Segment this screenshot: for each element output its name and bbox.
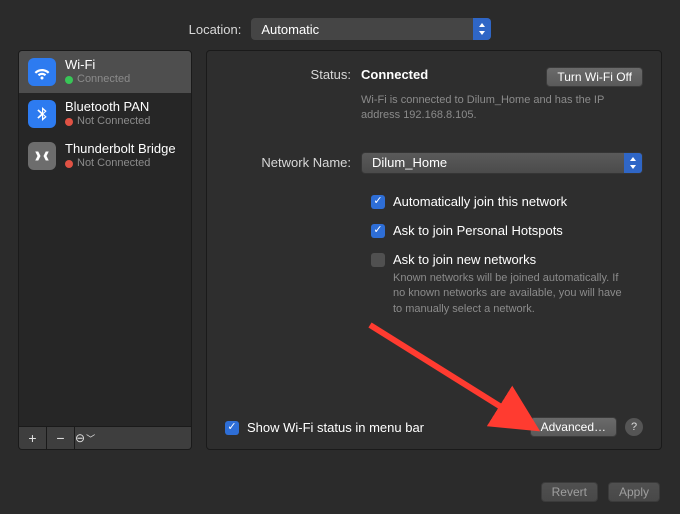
bluetooth-icon: [28, 100, 56, 128]
status-value: Connected: [361, 67, 428, 82]
status-label: Status:: [225, 67, 361, 87]
service-item-bluetooth[interactable]: Bluetooth PAN Not Connected: [19, 93, 191, 135]
advanced-button[interactable]: Advanced…: [530, 417, 617, 437]
help-button[interactable]: ?: [625, 418, 643, 436]
status-dot-icon: [65, 76, 73, 84]
network-name-label: Network Name:: [225, 155, 361, 170]
auto-join-checkbox[interactable]: [371, 195, 385, 209]
ask-new-networks-subtext: Known networks will be joined automatica…: [393, 271, 633, 317]
service-status: Not Connected: [77, 157, 150, 171]
auto-join-label: Automatically join this network: [393, 194, 567, 209]
remove-service-button[interactable]: −: [47, 427, 75, 449]
status-subtext: Wi-Fi is connected to Dilum_Home and has…: [361, 93, 611, 124]
chevron-updown-icon: [473, 18, 491, 40]
network-name-value: Dilum_Home: [372, 155, 447, 170]
status-dot-icon: [65, 160, 73, 168]
chevron-updown-icon: [624, 153, 642, 173]
location-label: Location:: [189, 22, 242, 37]
personal-hotspots-checkbox[interactable]: [371, 224, 385, 238]
service-name: Wi-Fi: [65, 57, 130, 73]
service-name: Thunderbolt Bridge: [65, 141, 176, 157]
add-service-button[interactable]: +: [19, 427, 47, 449]
wifi-icon: [28, 58, 56, 86]
revert-button[interactable]: Revert: [541, 482, 598, 502]
service-item-wifi[interactable]: Wi-Fi Connected: [19, 51, 191, 93]
ask-new-networks-checkbox[interactable]: [371, 253, 385, 267]
service-list: Wi-Fi Connected Bluetooth PAN Not Connec…: [19, 51, 191, 426]
wifi-toggle-button[interactable]: Turn Wi-Fi Off: [546, 67, 643, 87]
show-wifi-status-label: Show Wi-Fi status in menu bar: [247, 420, 424, 435]
service-status: Connected: [77, 73, 130, 87]
service-actions-button[interactable]: ⊖﹀: [75, 427, 95, 449]
service-status: Not Connected: [77, 115, 150, 129]
thunderbolt-bridge-icon: [28, 142, 56, 170]
sidebar-footer: + − ⊖﹀: [19, 426, 191, 449]
location-select-value: Automatic: [261, 22, 319, 37]
ask-new-networks-label: Ask to join new networks: [393, 252, 633, 267]
network-name-select[interactable]: Dilum_Home: [361, 152, 643, 174]
service-item-thunderbolt[interactable]: Thunderbolt Bridge Not Connected: [19, 135, 191, 177]
gear-dropdown-icon: ⊖: [75, 431, 85, 445]
personal-hotspots-label: Ask to join Personal Hotspots: [393, 223, 563, 238]
location-select[interactable]: Automatic: [251, 18, 491, 40]
status-dot-icon: [65, 118, 73, 126]
network-services-sidebar: Wi-Fi Connected Bluetooth PAN Not Connec…: [18, 50, 192, 450]
service-name: Bluetooth PAN: [65, 99, 150, 115]
show-wifi-status-checkbox[interactable]: [225, 421, 239, 435]
network-detail-panel: Status: Connected Turn Wi-Fi Off Wi-Fi i…: [206, 50, 662, 450]
apply-button[interactable]: Apply: [608, 482, 660, 502]
